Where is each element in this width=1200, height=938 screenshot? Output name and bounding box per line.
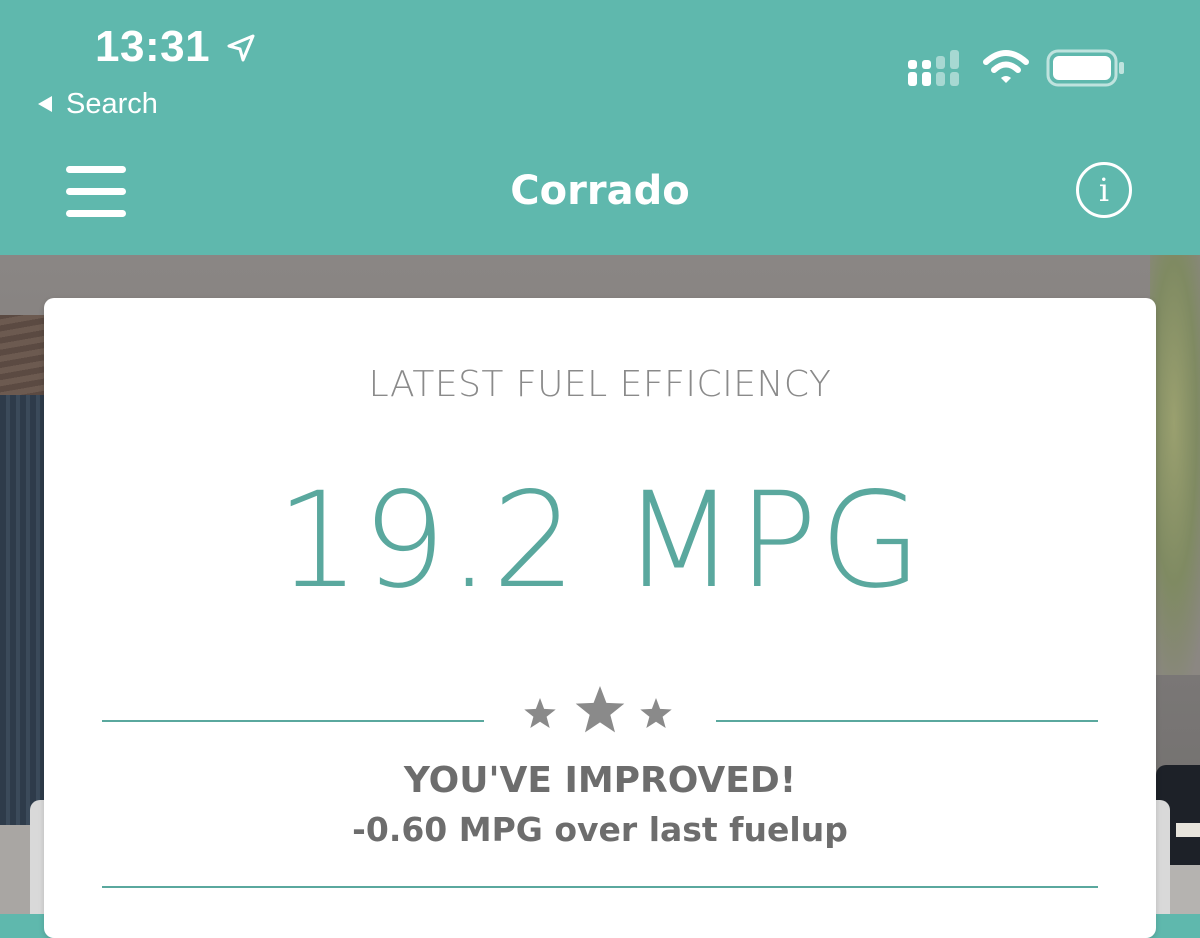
barn-wall	[0, 395, 44, 825]
tree	[1150, 255, 1200, 675]
status-time: 13:31	[95, 22, 211, 71]
star-icon	[640, 698, 672, 728]
card-heading: LATEST FUEL EFFICIENCY	[368, 364, 832, 405]
nav-bar: Corrado i	[0, 140, 1200, 255]
mpg-value: 19.2 MPG	[276, 464, 924, 618]
cellular-signal-icon	[908, 50, 959, 86]
status-bar: 13:31 Search	[0, 0, 1200, 140]
star-icon	[575, 686, 625, 733]
battery-icon	[1046, 49, 1124, 87]
back-label: Search	[66, 87, 158, 120]
divider-right	[716, 720, 1098, 722]
rating-stars	[524, 686, 672, 733]
improvement-detail: -0.60 MPG over last fuelup	[352, 810, 848, 849]
car-license-plate	[1176, 823, 1200, 837]
info-button[interactable]: i	[1076, 162, 1132, 218]
back-to-search-button[interactable]: Search	[36, 86, 158, 122]
fuel-efficiency-card: LATEST FUEL EFFICIENCY 19.2 MPG YOU'VE I…	[44, 298, 1156, 938]
wifi-icon	[983, 50, 1029, 83]
improvement-title: YOU'VE IMPROVED!	[403, 760, 797, 801]
star-icon	[524, 698, 556, 728]
back-triangle-icon	[38, 96, 52, 112]
location-arrow-icon	[227, 34, 255, 62]
divider-left	[102, 720, 484, 722]
divider-bottom	[102, 886, 1098, 888]
vehicle-title: Corrado	[510, 168, 690, 214]
